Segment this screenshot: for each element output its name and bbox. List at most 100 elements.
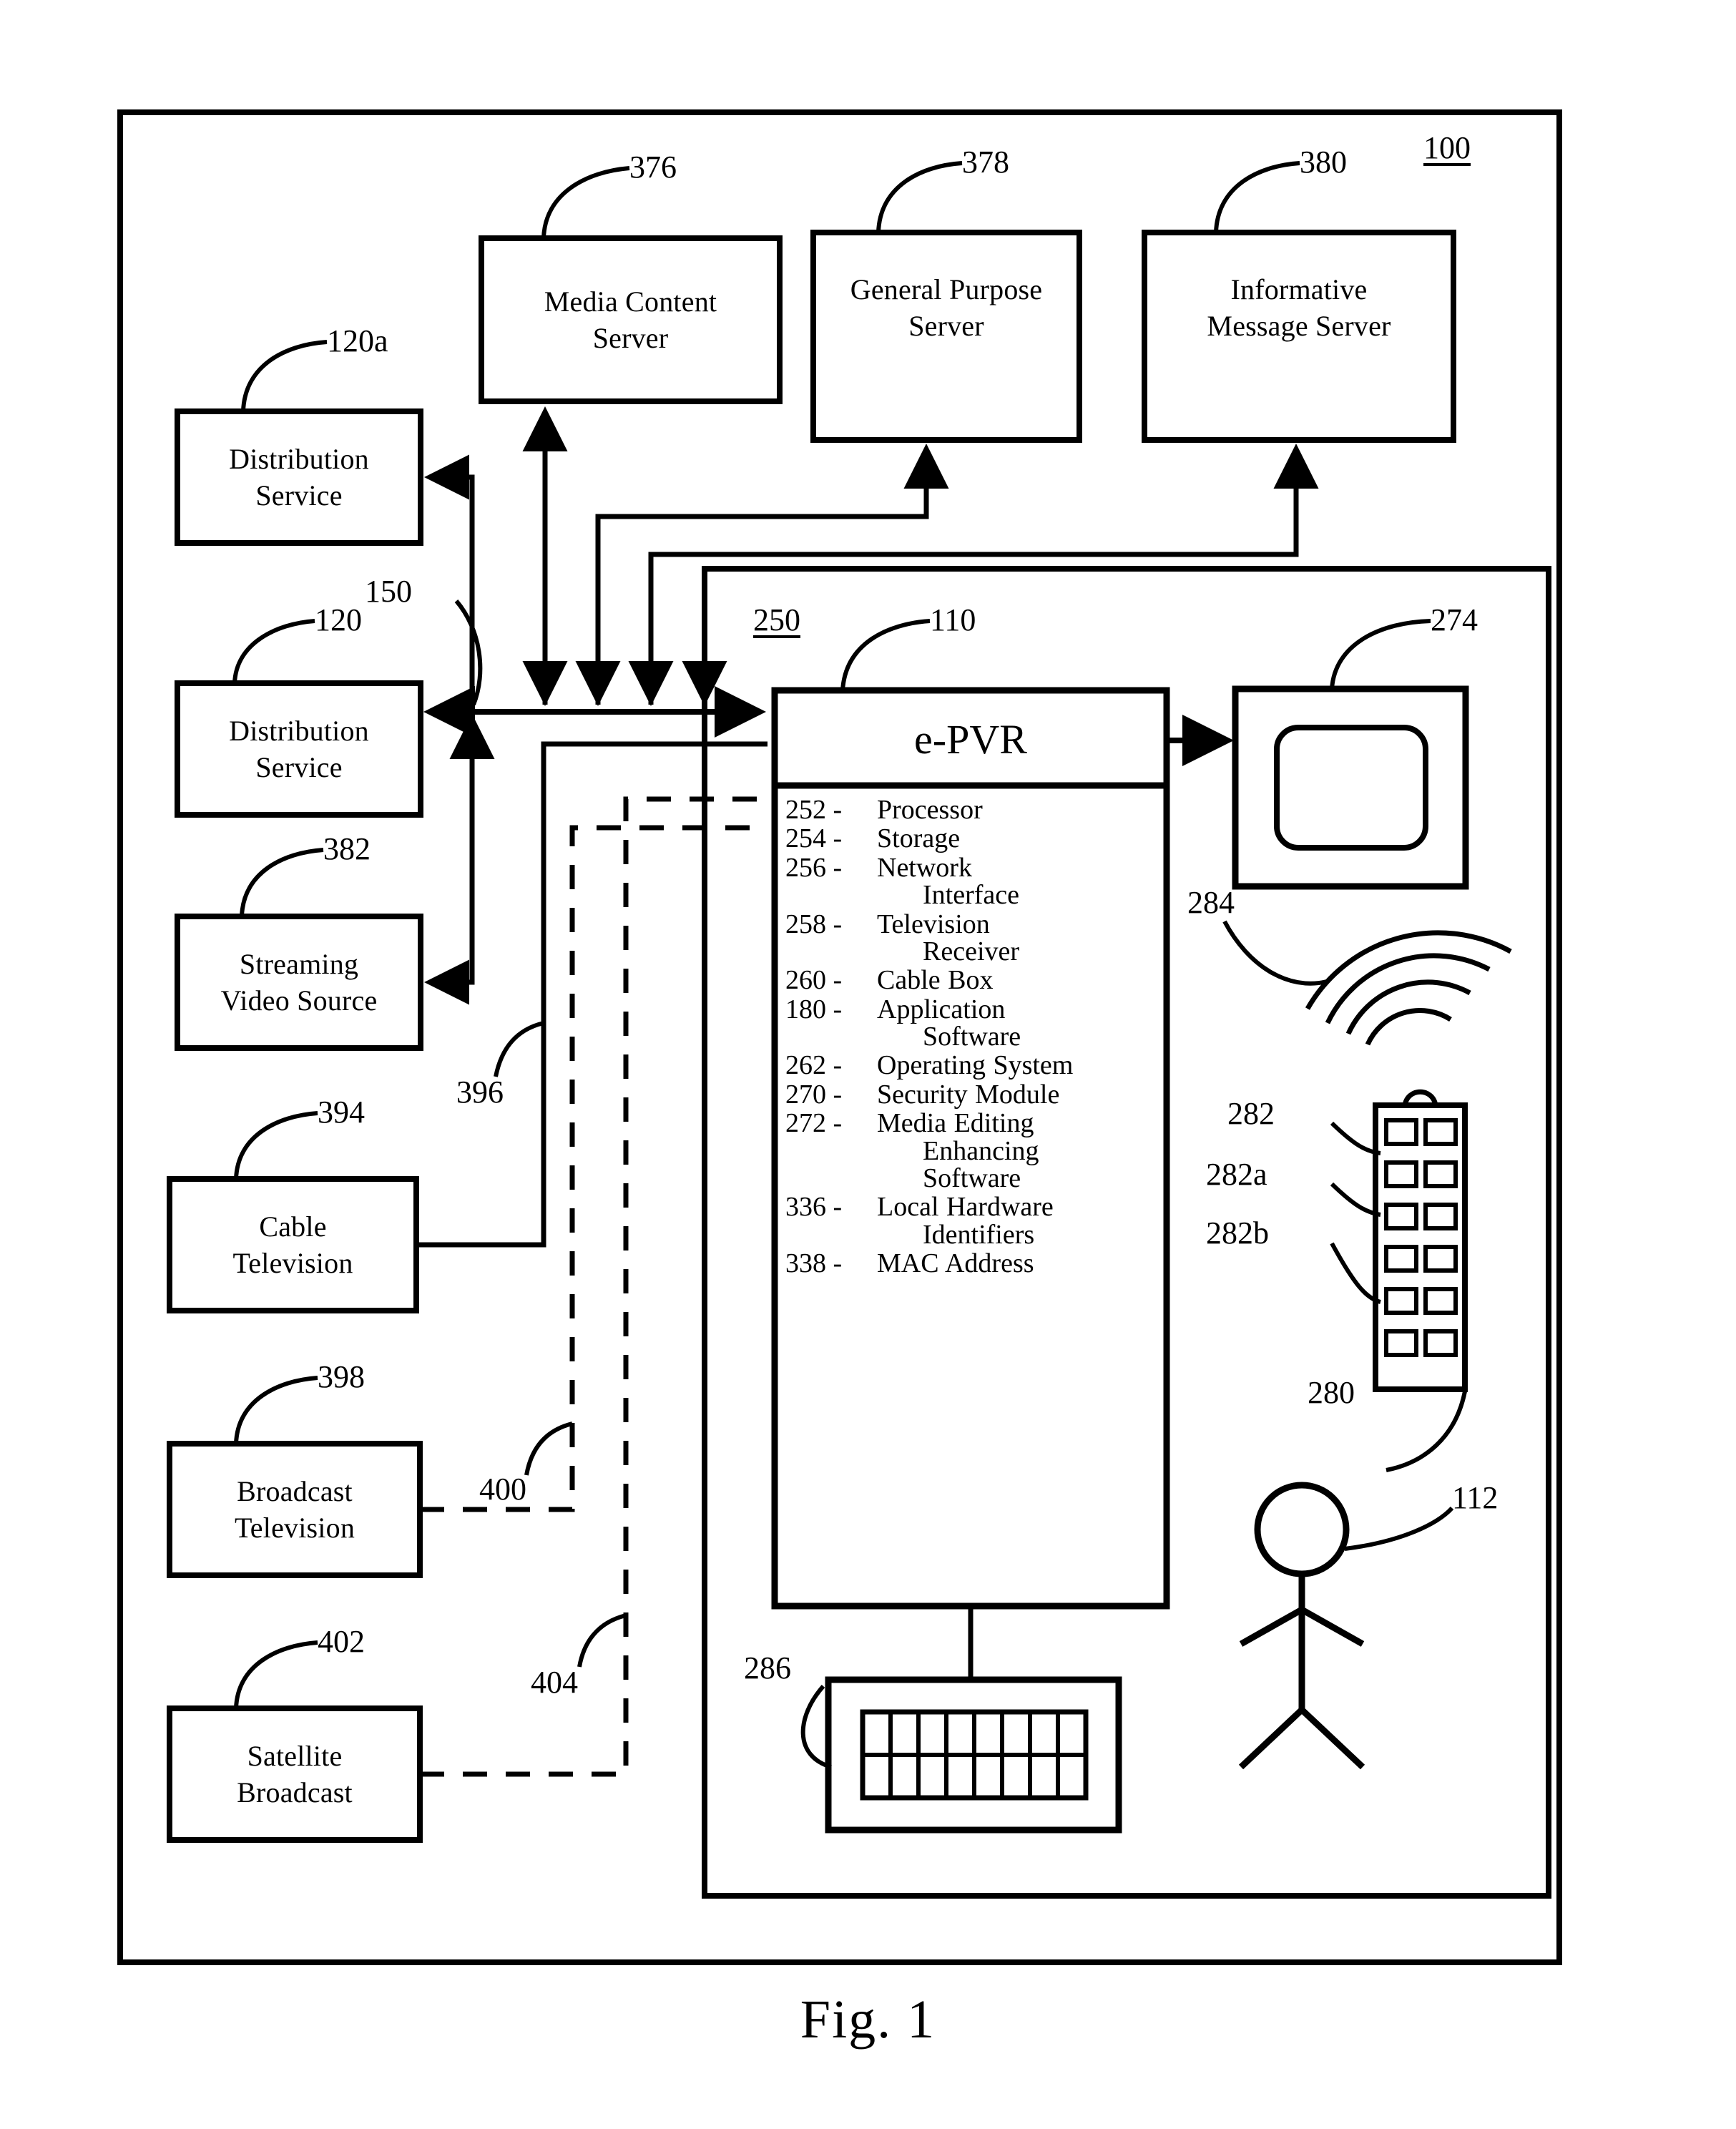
epvr-component-name: Cable Box bbox=[877, 966, 1150, 994]
ref-404: 404 bbox=[531, 1665, 578, 1700]
ref-remote-280: 280 bbox=[1308, 1375, 1355, 1410]
ref-signal-284: 284 bbox=[1187, 885, 1235, 920]
ref-382: 382 bbox=[323, 831, 371, 866]
ref-120a: 120a bbox=[327, 323, 388, 358]
ref-epvr-110: 110 bbox=[930, 602, 976, 637]
ref-376: 376 bbox=[629, 150, 677, 185]
epvr-component-number: 262 - bbox=[785, 1050, 843, 1081]
epvr-component-number: 336 - bbox=[785, 1192, 843, 1223]
epvr-component-number: 180 - bbox=[785, 994, 843, 1024]
patent-figure: Media Content Server General Purpose Ser… bbox=[0, 0, 1736, 2129]
epvr-component-name-line: Identifiers bbox=[923, 1219, 1035, 1250]
informative-message-server-line2: Message Server bbox=[1207, 310, 1391, 342]
media-content-server-line1: Media Content bbox=[544, 285, 717, 318]
epvr-component-row: 256 - Network Interface bbox=[785, 852, 1150, 909]
epvr-component-name-line: Media Editing bbox=[877, 1108, 1034, 1139]
ref-150: 150 bbox=[365, 574, 412, 609]
epvr-component-name: Local Hardware Identifiers bbox=[877, 1193, 1150, 1248]
epvr-component-row: 252 - Processor bbox=[785, 795, 1150, 825]
broadcast-television-box: Broadcast Television bbox=[170, 1444, 420, 1575]
epvr-component-row: 262 - Operating System bbox=[785, 1050, 1150, 1081]
ref-380: 380 bbox=[1300, 145, 1347, 180]
epvr-component-name-line: Processor bbox=[877, 795, 983, 825]
epvr-component-name: Processor bbox=[877, 796, 1150, 823]
epvr-component-name-line: Television bbox=[877, 909, 990, 939]
ref-378: 378 bbox=[962, 145, 1009, 180]
distribution-service-120a-line1: Distribution bbox=[229, 442, 369, 475]
ref-400: 400 bbox=[479, 1472, 526, 1507]
satellite-broadcast-line2: Broadcast bbox=[237, 1776, 353, 1809]
media-content-server-line2: Server bbox=[592, 322, 669, 354]
figure-caption: Fig. 1 bbox=[800, 1989, 936, 2050]
epvr-component-list: 252 - Processor 254 - Storage 256 - Network In… bbox=[785, 796, 1150, 1278]
cable-television-line1: Cable bbox=[259, 1210, 327, 1243]
distribution-service-120a-box: Distribution Service bbox=[177, 411, 421, 543]
ref-remote-button-282a: 282a bbox=[1206, 1157, 1267, 1192]
distribution-service-120-box: Distribution Service bbox=[177, 683, 421, 815]
epvr-component-number: 256 - bbox=[785, 852, 843, 883]
ref-remote-button-282b: 282b bbox=[1206, 1215, 1269, 1251]
general-purpose-server-line1: General Purpose bbox=[850, 273, 1043, 305]
epvr-component-name: Network Interface bbox=[877, 854, 1150, 909]
satellite-broadcast-box: Satellite Broadcast bbox=[170, 1708, 420, 1840]
epvr-component-name-line: Cable Box bbox=[877, 965, 994, 996]
distribution-service-120-line2: Service bbox=[255, 751, 343, 783]
epvr-component-number: 338 - bbox=[785, 1248, 843, 1278]
epvr-component-row: 338 - MAC Address bbox=[785, 1248, 1150, 1278]
epvr-component-number: 258 - bbox=[785, 909, 843, 939]
epvr-component-name-line: Software bbox=[923, 1163, 1021, 1193]
ref-398: 398 bbox=[318, 1359, 365, 1394]
epvr-component-number: 254 - bbox=[785, 823, 843, 854]
epvr-component-row: 180 - Application Software bbox=[785, 994, 1150, 1052]
epvr-title: e-PVR bbox=[914, 716, 1027, 763]
epvr-component-name-line: Enhancing bbox=[923, 1135, 1039, 1166]
epvr-component-name: Television Receiver bbox=[877, 909, 1150, 966]
distribution-service-120a-line2: Service bbox=[255, 479, 343, 512]
distribution-service-120-line1: Distribution bbox=[229, 714, 369, 747]
epvr-component-row: 254 - Storage bbox=[785, 823, 1150, 854]
epvr-component-name-line: Software bbox=[923, 1022, 1021, 1052]
ref-394: 394 bbox=[318, 1095, 365, 1130]
epvr-component-row: 260 - Cable Box bbox=[785, 966, 1150, 994]
epvr-component-name-line: Application bbox=[877, 994, 1006, 1024]
general-purpose-server-box: General Purpose Server bbox=[805, 236, 1088, 379]
ref-user-112: 112 bbox=[1452, 1480, 1499, 1515]
ref-home-environment-250: 250 bbox=[753, 602, 800, 637]
ref-402: 402 bbox=[318, 1624, 365, 1659]
epvr-component-row: 258 - Television Receiver bbox=[785, 909, 1150, 966]
informative-message-server-box: Informative Message Server bbox=[1144, 236, 1453, 379]
epvr-component-row: 336 - Local Hardware Identifiers bbox=[785, 1193, 1150, 1248]
epvr-component-name: Storage bbox=[877, 825, 1150, 852]
ref-120: 120 bbox=[315, 602, 362, 637]
epvr-component-row: 272 - Media Editing Enhancing Software bbox=[785, 1108, 1150, 1193]
epvr-component-name: Operating System bbox=[877, 1052, 1150, 1079]
cable-television-box: Cable Television bbox=[170, 1179, 416, 1311]
ref-system-100: 100 bbox=[1423, 130, 1471, 165]
epvr-component-name-line: Receiver bbox=[923, 936, 1020, 966]
streaming-video-source-box: Streaming Video Source bbox=[172, 916, 426, 1048]
broadcast-television-line1: Broadcast bbox=[237, 1474, 353, 1507]
epvr-component-name-line: Local Hardware bbox=[877, 1192, 1054, 1223]
ref-keyboard-286: 286 bbox=[744, 1650, 791, 1685]
epvr-component-name-line: Operating System bbox=[877, 1050, 1074, 1081]
streaming-video-source-line1: Streaming bbox=[239, 947, 359, 980]
epvr-component-name-line: MAC Address bbox=[877, 1248, 1034, 1278]
epvr-component-number: 270 - bbox=[785, 1079, 843, 1110]
epvr-component-name: MAC Address bbox=[877, 1250, 1150, 1277]
informative-message-server-line1: Informative bbox=[1230, 273, 1368, 305]
satellite-broadcast-line1: Satellite bbox=[247, 1739, 343, 1772]
ref-display-274: 274 bbox=[1431, 602, 1478, 637]
epvr-component-name: Security Module bbox=[877, 1081, 1150, 1108]
epvr-component-number: 252 - bbox=[785, 795, 843, 825]
streaming-video-source-line2: Video Source bbox=[220, 984, 378, 1017]
epvr-component-number: 272 - bbox=[785, 1108, 843, 1139]
epvr-component-row: 270 - Security Module bbox=[785, 1079, 1150, 1110]
epvr-component-name-line: Storage bbox=[877, 823, 961, 854]
media-content-server-box: Media Content Server bbox=[481, 238, 780, 401]
ref-396: 396 bbox=[456, 1075, 504, 1110]
epvr-component-name-line: Security Module bbox=[877, 1079, 1060, 1110]
ref-remote-buttons-282: 282 bbox=[1227, 1096, 1275, 1131]
epvr-component-name: Media Editing Enhancing Software bbox=[877, 1110, 1150, 1192]
epvr-component-name-line: Interface bbox=[923, 880, 1019, 911]
epvr-component-name-line: Network bbox=[877, 852, 972, 883]
